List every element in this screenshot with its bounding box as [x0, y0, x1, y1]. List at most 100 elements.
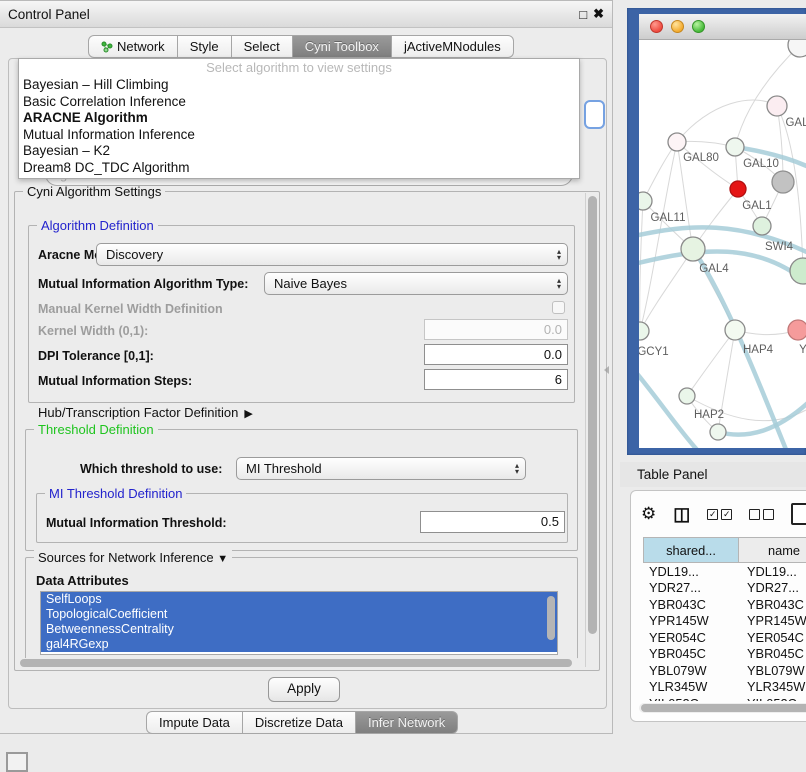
algorithm-option[interactable]: Bayesian – Hill Climbing	[19, 77, 579, 94]
table-cell: YPR145W	[741, 613, 806, 630]
zoom-window-icon[interactable]	[692, 20, 705, 33]
mi-type-value: Naive Bayes	[265, 276, 551, 291]
focused-combo-arrow[interactable]	[584, 100, 605, 129]
table-row[interactable]: YPR145WYPR145W9.	[643, 613, 806, 630]
node-label: HAP2	[694, 409, 724, 421]
network-edge	[687, 330, 735, 396]
close-panel-icon[interactable]: ✖	[593, 6, 604, 22]
tab-label: jActiveMNodules	[404, 39, 501, 54]
split-columns-icon[interactable]: ◫	[673, 504, 690, 525]
mi-threshold-field[interactable]: 0.5	[420, 511, 565, 533]
select-all-columns-icon[interactable]: ✓✓	[707, 509, 732, 520]
settings-vertical-scrollbar[interactable]	[585, 193, 598, 667]
table-cell: YDR27...	[643, 580, 741, 597]
algorithm-option[interactable]: Bayesian – K2	[19, 143, 579, 160]
manual-kernel-checkbox[interactable]	[552, 301, 565, 314]
column-header-shared[interactable]: shared...	[644, 538, 739, 563]
algorithm-option[interactable]: ARACNE Algorithm	[19, 110, 579, 127]
table-horizontal-scrollbar[interactable]	[639, 703, 806, 713]
algorithm-dropdown-list: Select algorithm to view settings Bayesi…	[18, 58, 580, 179]
panel-divider-handle[interactable]	[604, 366, 609, 374]
network-node[interactable]	[730, 181, 746, 197]
table-row[interactable]: YIL052CYIL052C9	[643, 695, 806, 701]
table-toolbar: ⚙ ◫ ✓✓	[641, 501, 806, 527]
table-panel-title: Table Panel	[637, 467, 708, 482]
apply-button[interactable]: Apply	[268, 677, 340, 702]
network-node[interactable]	[679, 388, 695, 404]
algorithm-option[interactable]: Mutual Information Inference	[19, 127, 579, 144]
table-row[interactable]: YDL19...YDL19...13	[643, 563, 806, 580]
tab-select[interactable]: Select	[232, 35, 293, 58]
network-node[interactable]	[726, 138, 744, 156]
network-node[interactable]	[639, 322, 649, 340]
network-node[interactable]	[767, 96, 787, 116]
sources-legend: Sources for Network Inference ▼	[34, 550, 232, 565]
tab-cyni-toolbox[interactable]: Cyni Toolbox	[293, 35, 392, 58]
network-node[interactable]	[788, 320, 806, 340]
network-node[interactable]	[725, 320, 745, 340]
data-attribute-item[interactable]: TopologicalCoefficient	[41, 607, 557, 622]
data-attribute-item[interactable]: SelfLoops	[41, 592, 557, 607]
node-label: GAL4	[699, 263, 729, 275]
node-label: Y	[799, 344, 806, 356]
network-node[interactable]	[790, 258, 806, 284]
node-label: HAP4	[743, 344, 774, 356]
algorithm-option[interactable]: Dream8 DC_TDC Algorithm	[19, 160, 579, 177]
tab-discretize-data[interactable]: Discretize Data	[243, 711, 356, 734]
algorithm-definition-legend: Algorithm Definition	[37, 218, 158, 233]
new-table-icon[interactable]	[791, 503, 806, 525]
minimize-window-icon[interactable]	[671, 20, 684, 33]
network-view-window[interactable]: GALGAL80GAL10GAL1GAL11SWI4GAL4GCY1HAP4YH…	[627, 8, 806, 455]
close-window-icon[interactable]	[650, 20, 663, 33]
grid-corner-icon[interactable]	[6, 752, 28, 772]
network-node[interactable]	[639, 192, 652, 210]
tab-infer-network[interactable]: Infer Network	[356, 711, 458, 734]
aracne-mode-combo[interactable]: Discovery ▴▾	[96, 243, 568, 266]
table-panel-header: Table Panel	[620, 462, 806, 487]
mi-threshold-label: Mutual Information Threshold:	[46, 516, 227, 530]
which-threshold-combo[interactable]: MI Threshold ▴▾	[236, 457, 526, 480]
tab-impute-data[interactable]: Impute Data	[146, 711, 243, 734]
data-attribute-item[interactable]: gal4RGexp	[41, 637, 557, 652]
table-row[interactable]: YBR045CYBR045C9.	[643, 646, 806, 663]
table-row[interactable]: YBL079WYBL079W	[643, 662, 806, 679]
table-cell: YER054C	[741, 629, 806, 646]
tab-label: Impute Data	[159, 715, 230, 730]
mi-type-combo[interactable]: Naive Bayes ▴▾	[264, 272, 568, 295]
sources-legend-text: Sources for Network Inference	[38, 550, 214, 565]
tab-network[interactable]: Network	[88, 35, 178, 58]
table-row[interactable]: YLR345WYLR345W9.	[643, 679, 806, 696]
kernel-width-field[interactable]: 0.0	[424, 319, 568, 340]
network-node[interactable]	[681, 237, 705, 261]
expanded-arrow-icon[interactable]: ▼	[217, 553, 228, 565]
list-scrollbar-thumb[interactable]	[547, 596, 555, 640]
deselect-all-columns-icon[interactable]	[749, 509, 774, 520]
tab-jactivemnodules[interactable]: jActiveMNodules	[392, 35, 514, 58]
dpi-tolerance-field[interactable]: 0.0	[424, 344, 568, 365]
network-node[interactable]	[710, 424, 726, 440]
table-cell: YBR045C	[741, 646, 806, 663]
network-icon	[101, 41, 113, 53]
column-header-name[interactable]: name	[739, 538, 806, 563]
hub-definition-toggle[interactable]: Hub/Transcription Factor Definition▶	[38, 405, 253, 420]
network-node[interactable]	[668, 133, 686, 151]
table-row[interactable]: YDR27...YDR27...12	[643, 580, 806, 597]
settings-horizontal-scrollbar[interactable]	[18, 658, 582, 668]
mi-steps-field[interactable]: 6	[424, 369, 568, 390]
table-cell: YDR27...	[741, 580, 806, 597]
collapsed-arrow-icon[interactable]: ▶	[244, 408, 252, 420]
algorithm-dropdown-prompt: Select algorithm to view settings	[19, 59, 579, 77]
float-window-icon[interactable]: □	[579, 7, 587, 22]
network-canvas[interactable]: GALGAL80GAL10GAL1GAL11SWI4GAL4GCY1HAP4YH…	[639, 40, 806, 448]
network-node[interactable]	[772, 171, 794, 193]
data-attribute-item[interactable]: BetweennessCentrality	[41, 622, 557, 637]
tab-style[interactable]: Style	[178, 35, 232, 58]
control-panel-tab-bar: NetworkStyleSelectCyni Toolbox jActiveMNo…	[88, 35, 514, 58]
data-attributes-label: Data Attributes	[36, 573, 129, 588]
network-edge	[639, 370, 699, 448]
table-row[interactable]: YBR043CYBR043C	[643, 596, 806, 613]
gear-icon[interactable]: ⚙	[641, 504, 656, 524]
algorithm-option[interactable]: Basic Correlation Inference	[19, 94, 579, 111]
table-row[interactable]: YER054CYER054C8.	[643, 629, 806, 646]
network-node[interactable]	[753, 217, 771, 235]
